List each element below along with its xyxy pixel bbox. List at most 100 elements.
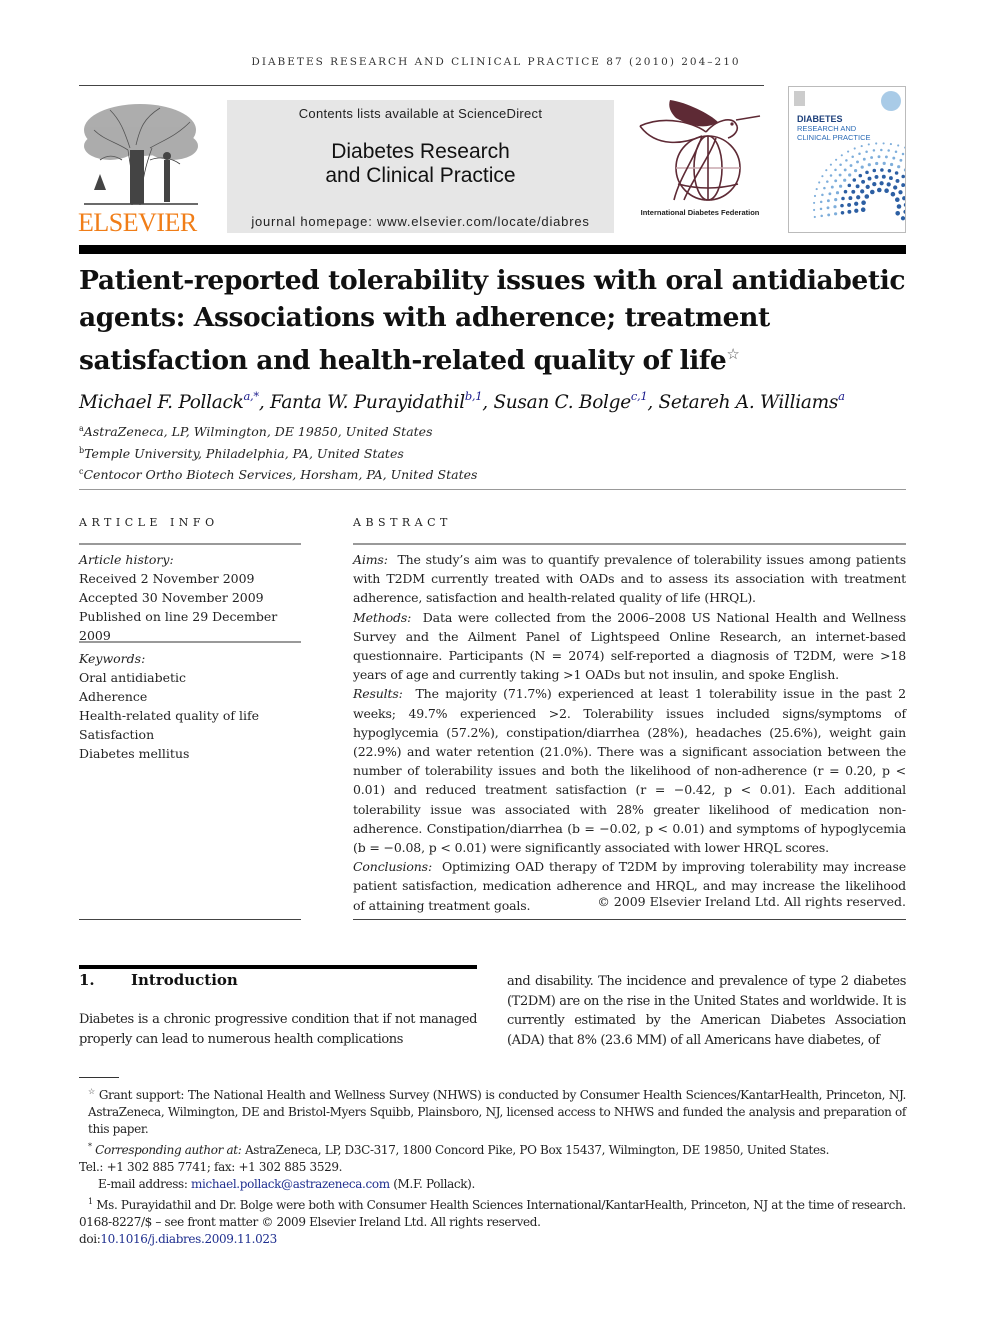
- doi-link[interactable]: 10.1016/j.diabres.2009.11.023: [100, 1232, 277, 1246]
- abstract-aims: Aims: The study’s aim was to quantify pr…: [353, 550, 906, 608]
- cover-dot: [903, 202, 905, 207]
- cover-dot: [895, 197, 900, 202]
- cover-dot: [877, 187, 882, 193]
- email-suffix: (M.F. Pollack).: [393, 1177, 475, 1191]
- cover-dot: [870, 189, 875, 195]
- affiliation-text: Temple University, Philadelphia, PA, Uni…: [84, 445, 404, 461]
- cover-dot: [849, 164, 853, 167]
- intro-paragraph-left: Diabetes is a chronic progressive condit…: [79, 1012, 477, 1047]
- affiliation-text: AstraZeneca, LP, Wilmington, DE 19850, U…: [83, 424, 433, 439]
- cover-dot: [834, 168, 837, 172]
- keyword-item: Satisfaction: [79, 727, 155, 742]
- idf-caption: International Diabetes Federation: [640, 208, 760, 217]
- article-info-divider: [79, 543, 301, 545]
- cover-title-1: DIABETES: [797, 114, 843, 124]
- keywords-label: Keywords:: [79, 651, 146, 666]
- cover-dot: [847, 150, 850, 153]
- cover-dot: [839, 184, 843, 188]
- sciencedirect-line[interactable]: Contents lists available at ScienceDirec…: [227, 106, 614, 121]
- cover-dot: [880, 148, 883, 152]
- cover-dot: [855, 184, 860, 189]
- email-link[interactable]: michael.pollack@astrazeneca.com: [191, 1177, 390, 1191]
- cover-dot: [862, 157, 866, 161]
- cover-dot: [815, 188, 818, 191]
- abstract-methods: Methods: Data were collected from the 20…: [353, 608, 906, 685]
- elsevier-tree-logo-icon: [84, 104, 198, 206]
- cover-dot: [882, 142, 885, 145]
- section-rule: [79, 965, 477, 969]
- cover-dot: [886, 182, 891, 187]
- cover-dot: [833, 205, 837, 209]
- cover-dot: [867, 176, 872, 181]
- journal-title-line2: and Clinical Practice: [325, 164, 516, 187]
- author-affil-mark[interactable]: a,*: [244, 389, 260, 403]
- cover-elsevier-mini-logo: [794, 91, 805, 106]
- article-title: Patient-reported tolerability issues wit…: [79, 262, 909, 379]
- cover-dot: [813, 201, 816, 204]
- author-name[interactable]: Setareh A. Williams: [659, 392, 839, 413]
- history-published: Published on line 29 December 2009: [79, 609, 278, 643]
- cover-dot: [813, 194, 817, 198]
- cover-dot: [870, 156, 874, 159]
- abstract-body: Aims: The study’s aim was to quantify pr…: [353, 550, 906, 915]
- cover-dot: [860, 145, 863, 148]
- cover-dot: [881, 174, 886, 179]
- cover-dot: [892, 156, 896, 160]
- abstract-text: Data were collected from the 2006–2008 U…: [353, 609, 906, 683]
- section-number: 1.: [79, 971, 95, 989]
- cover-dot: [841, 196, 845, 201]
- title-footnote-mark[interactable]: ☆: [726, 345, 739, 363]
- author-affil-mark[interactable]: a: [838, 389, 845, 403]
- footnote-corresponding: * Corresponding author at: AstraZeneca, …: [79, 1138, 906, 1159]
- footnote-email: E-mail address: michael.pollack@astrazen…: [79, 1176, 906, 1193]
- cover-dot: [874, 174, 879, 179]
- issn-line: 0168-8227/$ – see front matter © 2009 El…: [79, 1215, 541, 1229]
- cover-dot: [897, 165, 901, 169]
- footnote-label: Corresponding author at:: [95, 1143, 242, 1157]
- journal-title: Diabetes Research and Clinical Practice: [227, 140, 614, 188]
- keyword-item: Oral antidiabetic: [79, 670, 187, 685]
- cover-dot: [823, 186, 826, 190]
- abstract-heading: ABSTRACT: [353, 516, 452, 529]
- cover-dot: [835, 158, 838, 161]
- article-history-label: Article history:: [79, 552, 174, 567]
- section-title: Introduction: [131, 971, 238, 989]
- affiliation-item: aAstraZeneca, LP, Wilmington, DE 19850, …: [79, 420, 679, 442]
- keyword-item: Diabetes mellitus: [79, 746, 190, 761]
- author-affil-mark[interactable]: b,1: [465, 389, 483, 403]
- cover-dot: [854, 208, 859, 213]
- footnote-tel: Tel.: +1 302 885 7741; fax: +1 302 885 3…: [79, 1160, 343, 1174]
- journal-cover-thumbnail[interactable]: DIABETES RESEARCH AND CLINICAL PRACTICE: [788, 86, 906, 233]
- author-name[interactable]: Susan C. Bolge: [493, 392, 631, 413]
- cover-dot: [884, 188, 889, 193]
- author-name[interactable]: Fanta W. Purayidathil: [270, 392, 465, 413]
- cover-dot: [864, 194, 870, 199]
- journal-homepage-link[interactable]: journal homepage: www.elsevier.com/locat…: [227, 214, 614, 229]
- history-accepted: Accepted 30 November 2009: [79, 590, 264, 605]
- cover-dot: [861, 179, 866, 184]
- cover-dot: [875, 161, 879, 166]
- cover-dot: [828, 192, 832, 196]
- author-name[interactable]: Michael F. Pollack: [79, 392, 244, 413]
- cover-dot: [889, 143, 892, 146]
- cover-dot: [845, 159, 848, 162]
- footnote-mark: *: [88, 1142, 92, 1151]
- cover-dot: [902, 196, 905, 201]
- author-affil-mark[interactable]: c,1: [631, 389, 648, 403]
- cover-dot: [872, 168, 877, 173]
- cover-dot: [865, 184, 870, 190]
- cover-dot: [865, 150, 868, 153]
- cover-dot: [887, 169, 892, 173]
- section-heading-introduction: 1. Introduction: [79, 971, 238, 989]
- cover-dot: [856, 195, 861, 200]
- cover-dot: [877, 155, 881, 159]
- keywords-divider: [79, 641, 301, 643]
- keyword-item: Adherence: [79, 689, 148, 704]
- email-label: E-mail address:: [98, 1177, 188, 1191]
- cover-dot: [827, 213, 831, 217]
- cover-dot: [899, 158, 903, 162]
- cover-dot: [887, 149, 890, 152]
- cover-dot: [861, 200, 866, 205]
- doi-prefix: doi:: [79, 1232, 101, 1246]
- cover-dot: [819, 207, 823, 211]
